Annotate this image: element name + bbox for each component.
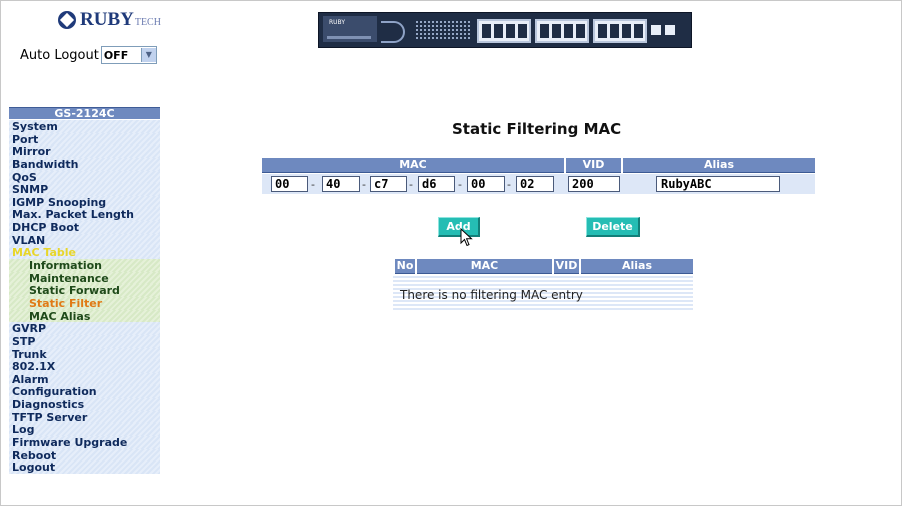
sidebar-item-mirror[interactable]: Mirror — [9, 145, 160, 158]
sidebar-item-vlan[interactable]: VLAN — [9, 233, 160, 247]
sidebar-item-qos[interactable]: QoS — [9, 170, 160, 183]
sidebar-item-igmp-snooping[interactable]: IGMP Snooping — [9, 195, 160, 209]
sidebar-item-log[interactable]: Log — [9, 423, 160, 436]
mac-separator: - — [409, 178, 413, 191]
form-header-vid: VID — [566, 158, 621, 173]
list-header-alias: Alias — [581, 259, 693, 274]
auto-logout-value: OFF — [103, 48, 129, 62]
sidebar-item-reboot[interactable]: Reboot — [9, 448, 160, 461]
mac-octet-2-input[interactable]: 40 — [322, 176, 360, 192]
vid-input[interactable]: 200 — [568, 176, 620, 192]
brand-logo: RUBY TECH — [58, 9, 161, 31]
sidebar-item-firmware-upgrade[interactable]: Firmware Upgrade — [9, 436, 160, 449]
device-swoosh — [381, 21, 405, 43]
mac-separator: - — [362, 178, 366, 191]
mac-separator: - — [507, 178, 511, 191]
mac-octet-3-input[interactable]: c7 — [370, 176, 407, 192]
mac-separator: - — [458, 178, 462, 191]
delete-button[interactable]: Delete — [586, 217, 640, 237]
sidebar-subitem-static-forward[interactable]: Static Forward — [9, 284, 160, 297]
list-header-mac: MAC — [417, 259, 552, 274]
device-led-grid — [415, 20, 471, 40]
sidebar-item-tftp-server[interactable]: TFTP Server — [9, 410, 160, 424]
list-header-vid: VID — [554, 259, 579, 274]
mac-separator: - — [311, 178, 315, 191]
device-brand-text: RUBY — [329, 19, 346, 26]
list-header-no: No — [395, 259, 415, 274]
sidebar-item-logout[interactable]: Logout — [9, 461, 160, 474]
port-group-2 — [535, 19, 589, 43]
sidebar-item-stp[interactable]: STP — [9, 334, 160, 348]
auto-logout-select[interactable]: OFF ▼ — [100, 46, 157, 64]
brand-suffix: TECH — [134, 16, 161, 28]
sidebar-item-system[interactable]: System — [9, 120, 160, 133]
sidebar-menu: System Port Mirror Bandwidth QoS SNMP IG… — [9, 120, 160, 474]
sidebar-item-gvrp[interactable]: GVRP — [9, 322, 160, 335]
chevron-down-icon[interactable]: ▼ — [140, 48, 156, 62]
mac-octet-5-input[interactable]: 00 — [467, 176, 505, 192]
brand-diamond-icon — [58, 11, 76, 29]
alias-input[interactable]: RubyABC — [656, 176, 780, 192]
sidebar-item-snmp[interactable]: SNMP — [9, 183, 160, 196]
brand-name: RUBY — [80, 9, 134, 30]
sidebar-item-diagnostics[interactable]: Diagnostics — [9, 398, 160, 411]
sfp-port-1 — [651, 25, 661, 35]
sidebar-item-alarm[interactable]: Alarm — [9, 372, 160, 386]
form-header-alias: Alias — [623, 158, 815, 173]
sidebar-item-dhcp-boot[interactable]: DHCP Boot — [9, 221, 160, 234]
sidebar-subitem-maintenance[interactable]: Maintenance — [9, 271, 160, 285]
sidebar-item-trunk[interactable]: Trunk — [9, 347, 160, 360]
form-header-mac: MAC — [262, 158, 564, 173]
device-brand-plate: RUBY — [323, 16, 377, 42]
auto-logout-label: Auto Logout — [20, 47, 99, 63]
sidebar-subitem-static-filter[interactable]: Static Filter — [9, 296, 160, 310]
sidebar-model-title: GS-2124C — [9, 107, 160, 120]
mouse-pointer-icon — [460, 228, 473, 247]
switch-front-panel-image: RUBY — [318, 12, 692, 48]
port-group-1 — [477, 19, 531, 43]
sfp-port-2 — [665, 25, 675, 35]
sidebar-item-bandwidth[interactable]: Bandwidth — [9, 157, 160, 171]
port-group-3 — [593, 19, 647, 43]
sidebar-item-configuration[interactable]: Configuration — [9, 385, 160, 398]
mac-octet-6-input[interactable]: 02 — [516, 176, 554, 192]
sidebar-subitem-mac-alias[interactable]: MAC Alias — [9, 309, 160, 322]
filter-list-empty: There is no filtering MAC entry — [393, 276, 693, 310]
sidebar-item-port[interactable]: Port — [9, 132, 160, 145]
auto-logout: Auto Logout OFF ▼ — [20, 46, 157, 64]
sidebar-item-8021x[interactable]: 802.1X — [9, 360, 160, 373]
sidebar-subitem-information[interactable]: Information — [9, 259, 160, 272]
mac-octet-4-input[interactable]: d6 — [418, 176, 455, 192]
page-title: Static Filtering MAC — [452, 120, 622, 138]
mac-octet-1-input[interactable]: 00 — [271, 176, 308, 192]
empty-list-message: There is no filtering MAC entry — [400, 288, 583, 302]
sidebar-item-mac-table[interactable]: MAC Table — [9, 246, 160, 259]
sidebar-item-max-packet-length[interactable]: Max. Packet Length — [9, 208, 160, 221]
